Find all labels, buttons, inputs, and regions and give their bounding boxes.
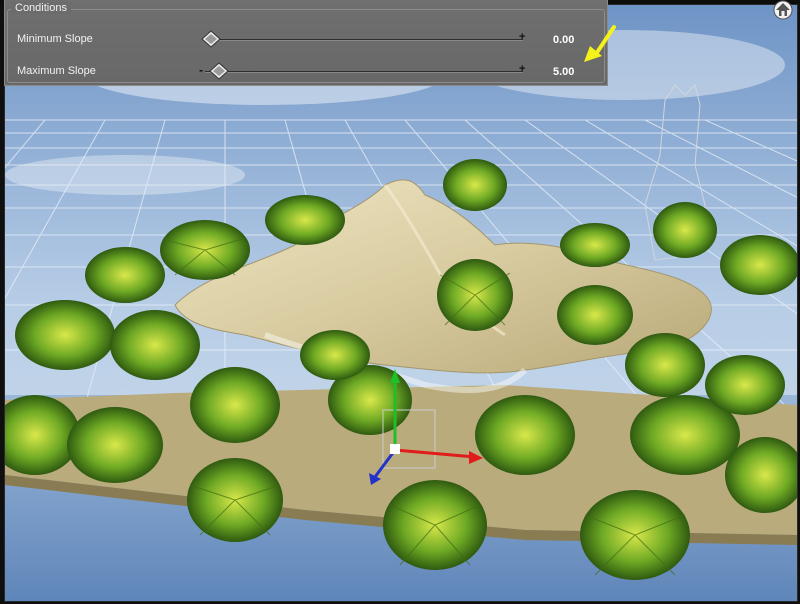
home-icon[interactable]	[772, 0, 794, 20]
minimum-slope-plus-button[interactable]: +	[519, 31, 525, 43]
maximum-slope-track[interactable]	[205, 71, 523, 73]
cloud	[5, 155, 245, 195]
minimum-slope-thumb[interactable]	[201, 30, 221, 48]
scene-render	[5, 5, 797, 601]
minimum-slope-label: Minimum Slope	[17, 33, 93, 45]
maximum-slope-minus-button[interactable]: -	[199, 63, 203, 77]
yellow-arrow-icon	[584, 25, 616, 62]
panel-title: Conditions	[11, 2, 71, 14]
maximum-slope-plus-button[interactable]: +	[519, 63, 525, 75]
maximum-slope-label: Maximum Slope	[17, 65, 96, 77]
maximum-slope-row: Maximum Slope - + 5.00	[5, 61, 605, 83]
maximum-slope-value: 5.00	[553, 66, 575, 78]
minimum-slope-value: 0.00	[553, 34, 575, 46]
minimum-slope-row: Minimum Slope + 0.00	[5, 29, 605, 51]
conditions-panel: Conditions Minimum Slope + 0.00 Maximum …	[4, 0, 608, 86]
minimum-slope-track[interactable]	[205, 39, 523, 41]
maximum-slope-thumb[interactable]	[209, 62, 229, 80]
3d-viewport[interactable]	[4, 4, 798, 602]
